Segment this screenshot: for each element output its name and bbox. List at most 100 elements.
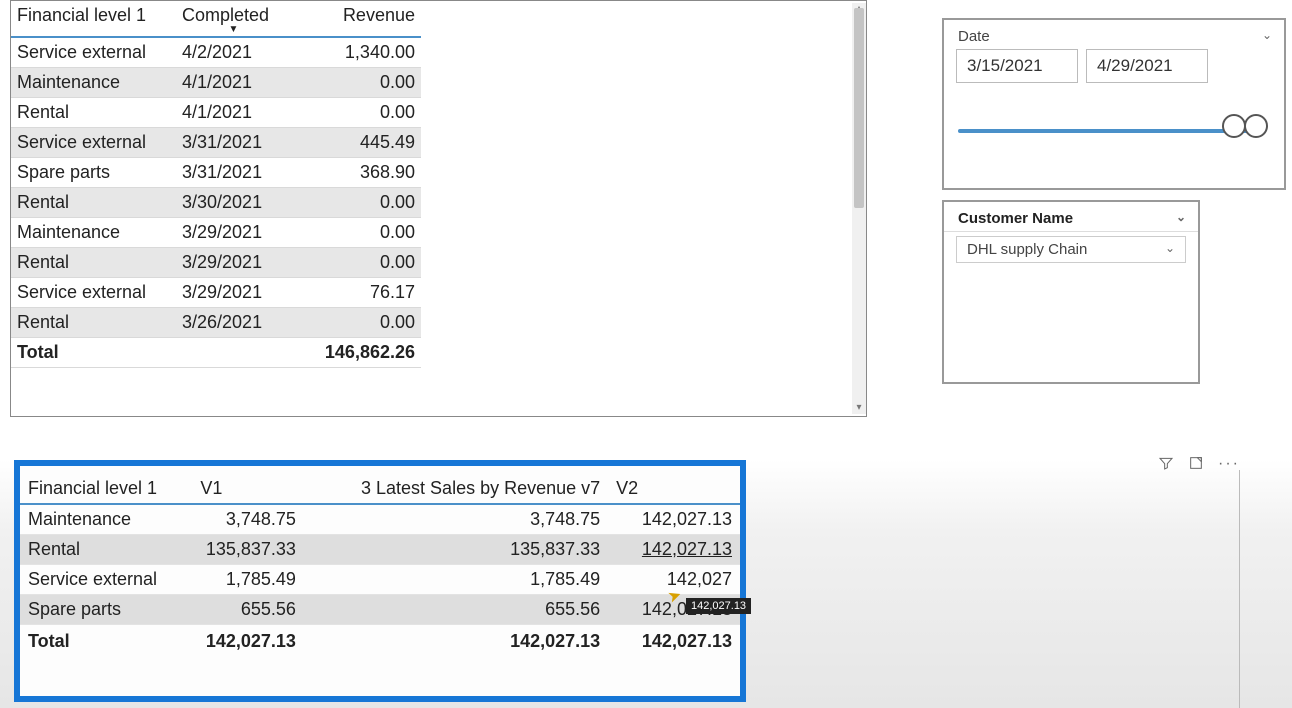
total-label: Total xyxy=(20,625,192,659)
total-v1: 142,027.13 xyxy=(192,625,304,659)
cell-revenue: 445.49 xyxy=(291,128,421,158)
vertical-scrollbar[interactable]: ▴ ▾ xyxy=(852,3,866,414)
cell-revenue: 0.00 xyxy=(291,218,421,248)
cell-tooltip: 142,027.13 xyxy=(686,598,751,614)
table-row[interactable]: Rental 3/29/2021 0.00 xyxy=(11,248,421,278)
revenue-detail-table: Financial level 1 Completed ▼ Revenue Se… xyxy=(11,1,421,368)
cell-v2: 142,027.13 xyxy=(608,504,740,535)
col-header-financial-level[interactable]: Financial level 1 xyxy=(20,472,192,504)
table-total-row: Total 142,027.13 142,027.13 142,027.13 xyxy=(20,625,740,659)
date-from-input[interactable]: 3/15/2021 xyxy=(956,49,1078,83)
cell-name: Service external xyxy=(11,37,176,68)
cell-v1: 3,748.75 xyxy=(192,504,304,535)
cell-date: 3/29/2021 xyxy=(176,218,291,248)
customer-selected-value: DHL supply Chain xyxy=(967,241,1087,258)
cell-date: 3/29/2021 xyxy=(176,278,291,308)
customer-slicer-title: Customer Name xyxy=(958,210,1073,227)
visual-header-icons: ··· xyxy=(1158,455,1240,476)
table-row[interactable]: Spare parts 3/31/2021 368.90 xyxy=(11,158,421,188)
col-header-latest-sales[interactable]: 3 Latest Sales by Revenue v7 xyxy=(304,472,608,504)
cell-date: 3/30/2021 xyxy=(176,188,291,218)
table-row[interactable]: Maintenance 3/29/2021 0.00 xyxy=(11,218,421,248)
cell-revenue: 1,340.00 xyxy=(291,37,421,68)
date-slider-handles[interactable] xyxy=(1228,114,1268,143)
table-row[interactable]: Service external 3/29/2021 76.17 xyxy=(11,278,421,308)
cell-name: Rental xyxy=(20,535,192,565)
date-slicer[interactable]: Date ⌄ 3/15/2021 4/29/2021 xyxy=(942,18,1286,190)
col-header-v2[interactable]: V2 xyxy=(608,472,740,504)
table-row[interactable]: Rental 135,837.33 135,837.33 142,027.13 xyxy=(20,535,740,565)
date-slicer-title: Date xyxy=(958,28,990,45)
cell-date: 4/1/2021 xyxy=(176,98,291,128)
col-header-revenue[interactable]: Revenue xyxy=(291,1,421,37)
visual-border xyxy=(1239,470,1240,708)
cell-date: 3/29/2021 xyxy=(176,248,291,278)
cell-latest: 1,785.49 xyxy=(304,565,608,595)
cell-revenue: 0.00 xyxy=(291,98,421,128)
table-row[interactable]: Spare parts 655.56 655.56 142,027.13 xyxy=(20,595,740,625)
chevron-down-icon[interactable]: ⌄ xyxy=(1262,28,1272,45)
sort-desc-icon: ▼ xyxy=(182,26,285,34)
table-row[interactable]: Rental 4/1/2021 0.00 xyxy=(11,98,421,128)
more-options-icon[interactable]: ··· xyxy=(1218,455,1240,476)
cell-latest: 655.56 xyxy=(304,595,608,625)
cell-name: Service external xyxy=(11,278,176,308)
col-header-completed-label: Completed xyxy=(182,5,269,25)
summary-table-visual[interactable]: Financial level 1 V1 3 Latest Sales by R… xyxy=(14,460,746,702)
slider-handle-left[interactable] xyxy=(1222,114,1246,138)
customer-name-slicer[interactable]: Customer Name ⌄ DHL supply Chain ⌄ xyxy=(942,200,1200,384)
table-header-row: Financial level 1 V1 3 Latest Sales by R… xyxy=(20,472,740,504)
cell-date: 4/2/2021 xyxy=(176,37,291,68)
date-slider-track[interactable] xyxy=(958,129,1264,133)
customer-dropdown[interactable]: DHL supply Chain ⌄ xyxy=(956,236,1186,263)
table-row[interactable]: Service external 1,785.49 1,785.49 142,0… xyxy=(20,565,740,595)
filter-icon[interactable] xyxy=(1158,455,1174,476)
cell-name: Service external xyxy=(11,128,176,158)
table-row[interactable]: Maintenance 4/1/2021 0.00 xyxy=(11,68,421,98)
table-header-row: Financial level 1 Completed ▼ Revenue xyxy=(11,1,421,37)
cell-name: Rental xyxy=(11,248,176,278)
cell-v1: 135,837.33 xyxy=(192,535,304,565)
table-row[interactable]: Maintenance 3,748.75 3,748.75 142,027.13 xyxy=(20,504,740,535)
date-to-input[interactable]: 4/29/2021 xyxy=(1086,49,1208,83)
revenue-detail-table-visual[interactable]: Financial level 1 Completed ▼ Revenue Se… xyxy=(10,0,867,417)
summary-table: Financial level 1 V1 3 Latest Sales by R… xyxy=(20,472,740,658)
focus-mode-icon[interactable] xyxy=(1188,455,1204,476)
total-v2: 142,027.13 xyxy=(608,625,740,659)
cell-name: Spare parts xyxy=(20,595,192,625)
table-row[interactable]: Service external 3/31/2021 445.49 xyxy=(11,128,421,158)
cell-revenue: 0.00 xyxy=(291,248,421,278)
col-header-v1[interactable]: V1 xyxy=(192,472,304,504)
chevron-down-icon[interactable]: ⌄ xyxy=(1176,210,1186,227)
cell-name: Rental xyxy=(11,98,176,128)
table-total-row: Total 146,862.26 xyxy=(11,338,421,368)
total-value: 146,862.26 xyxy=(291,338,421,368)
table-row[interactable]: Rental 3/26/2021 0.00 xyxy=(11,308,421,338)
cell-date: 4/1/2021 xyxy=(176,68,291,98)
cell-revenue: 76.17 xyxy=(291,278,421,308)
cell-date: 3/31/2021 xyxy=(176,158,291,188)
cell-v2: 142,027 xyxy=(608,565,740,595)
cell-v2-hovered[interactable]: 142,027.13 xyxy=(608,535,740,565)
cell-name: Spare parts xyxy=(11,158,176,188)
cell-date: 3/31/2021 xyxy=(176,128,291,158)
col-header-completed[interactable]: Completed ▼ xyxy=(176,1,291,37)
cell-v1: 1,785.49 xyxy=(192,565,304,595)
table-row[interactable]: Rental 3/30/2021 0.00 xyxy=(11,188,421,218)
cell-revenue: 368.90 xyxy=(291,158,421,188)
cell-date: 3/26/2021 xyxy=(176,308,291,338)
scroll-down-icon[interactable]: ▾ xyxy=(852,402,866,414)
chevron-down-icon: ⌄ xyxy=(1165,241,1175,258)
cell-name: Maintenance xyxy=(11,68,176,98)
col-header-financial-level[interactable]: Financial level 1 xyxy=(11,1,176,37)
cell-name: Maintenance xyxy=(11,218,176,248)
total-label: Total xyxy=(11,338,176,368)
cell-latest: 3,748.75 xyxy=(304,504,608,535)
scroll-thumb[interactable] xyxy=(854,8,864,208)
table-row[interactable]: Service external 4/2/2021 1,340.00 xyxy=(11,37,421,68)
total-latest: 142,027.13 xyxy=(304,625,608,659)
cell-revenue: 0.00 xyxy=(291,188,421,218)
cell-name: Maintenance xyxy=(20,504,192,535)
cell-name: Rental xyxy=(11,188,176,218)
slider-handle-right[interactable] xyxy=(1244,114,1268,138)
